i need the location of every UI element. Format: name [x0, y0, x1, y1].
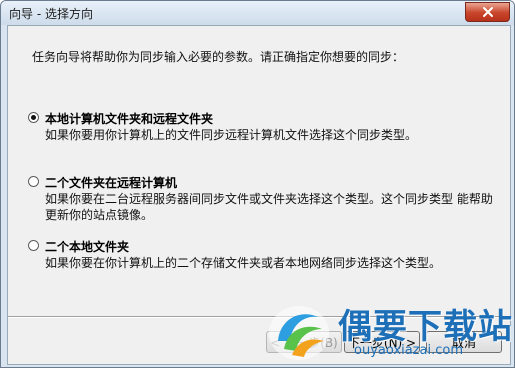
close-icon	[482, 7, 493, 17]
watermark-url: ouyaoxiazai.com	[354, 343, 463, 358]
option-description: 如果你要用你计算机上的文件同步远程计算机文件选择这个同步类型。	[45, 128, 418, 142]
radio-two-local[interactable]	[28, 240, 39, 251]
close-button[interactable]	[465, 2, 510, 22]
radio-local-remote[interactable]	[28, 112, 39, 123]
option-description: 如果你要在二台远程服务器间同步文件或文件夹选择这个类型。这个同步类型 能帮助更新…	[45, 192, 493, 222]
window-title: 向导 - 选择方向	[9, 7, 93, 21]
title-bar[interactable]: 向导 - 选择方向	[1, 1, 514, 25]
wizard-window: 向导 - 选择方向 任务向导将帮助你为同步输入必要的参数。请正确指定你想要的同步…	[0, 0, 515, 368]
option-description: 如果你要在你计算机上的二个存储文件夹或者本地网络同步选择这个类型。	[45, 256, 442, 270]
watermark: 偶要下载站 ouyaoxiazai.com	[256, 295, 514, 367]
watermark-brand: 偶要下载站	[338, 307, 513, 347]
radio-two-remote[interactable]	[28, 176, 39, 187]
option-label: 本地计算机文件夹和远程文件夹	[45, 112, 214, 126]
option-label: 二个本地文件夹	[45, 240, 130, 254]
intro-text: 任务向导将帮助你为同步输入必要的参数。请正确指定你想要的同步：	[32, 50, 405, 64]
option-two-remote[interactable]: 二个文件夹在远程计算机 如果你要在二台远程服务器间同步文件或文件夹选择这个类型。…	[28, 174, 498, 230]
option-label: 二个文件夹在远程计算机	[45, 176, 178, 190]
site-logo-icon	[269, 306, 329, 360]
option-local-remote[interactable]: 本地计算机文件夹和远程文件夹 如果你要用你计算机上的文件同步远程计算机文件选择这…	[28, 110, 498, 150]
option-two-local[interactable]: 二个本地文件夹 如果你要在你计算机上的二个存储文件夹或者本地网络同步选择这个类型…	[28, 238, 498, 278]
